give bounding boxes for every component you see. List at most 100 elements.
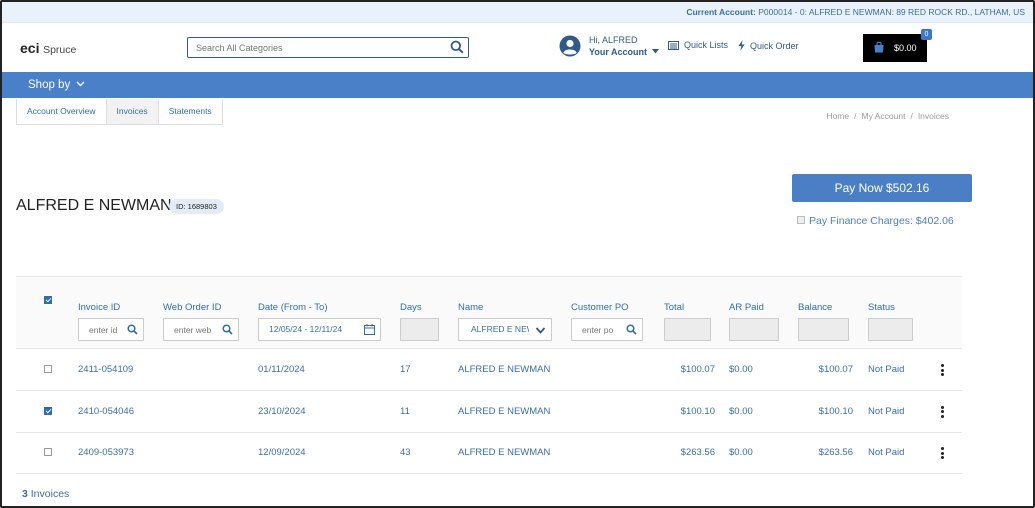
row-checkbox[interactable] [44,365,52,373]
calendar-icon[interactable] [364,324,375,335]
search-input[interactable] [188,38,438,58]
search-bar [187,37,469,58]
list-icon [668,41,679,50]
breadcrumb-separator: / [854,111,857,121]
invoice-count: 3 Invoices [22,488,69,500]
kebab-menu-icon[interactable] [941,364,945,376]
col-web-order-id[interactable]: Web Order ID [163,302,221,313]
tab-statements[interactable]: Statements [157,99,223,125]
table-row[interactable]: 2409-053973 12/09/2024 43 ALFRED E NEWMAN $2… [16,432,962,474]
col-days[interactable]: Days [400,302,422,313]
bag-icon [874,41,884,53]
name-cell: ALFRED E NEWMAN [458,447,551,458]
cart-button[interactable]: $0.00 0 [863,29,932,62]
customer-id-badge: ID: 1689803 [169,199,224,214]
col-customer-po[interactable]: Customer PO [571,302,629,313]
pay-finance-charges[interactable]: Pay Finance Charges: $402.06 [797,215,954,227]
nav-bar: Shop by [2,72,1033,98]
cart-count-badge: 0 [921,29,932,40]
site-header: eci Spruce Hi, ALFRED Your Account Qui [2,23,1033,72]
current-account-label: Current Account: [686,7,756,17]
total-cell: $100.10 [680,405,715,417]
quick-order-link[interactable]: Quick Order [738,40,799,51]
balance-cell: $100.07 [818,364,853,375]
search-icon[interactable] [222,324,233,335]
days-cell: 17 [400,364,411,375]
balance-filter [798,318,849,341]
quick-lists-link[interactable]: Quick Lists [668,40,728,50]
user-avatar-icon [559,35,581,57]
col-ar-paid[interactable]: AR Paid [729,302,764,313]
cart-total: $0.00 [894,43,917,53]
search-icon[interactable] [450,40,464,54]
customer-po-filter [571,318,643,341]
status-filter [868,318,913,341]
current-account-bar: Current Account: P000014 - 0: ALFRED E N… [2,2,1033,23]
tab-invoices[interactable]: Invoices [105,99,159,125]
breadcrumb: Home / My Account / Invoices [826,111,949,121]
col-name[interactable]: Name [458,302,483,313]
col-date[interactable]: Date (From - To) [258,302,328,313]
table-header: Invoice ID Web Order ID Date (From - To)… [16,276,962,349]
finance-charges-checkbox[interactable] [797,216,805,224]
tab-account-overview[interactable]: Account Overview [16,99,107,125]
account-tabs: Account Overview Invoices Statements [16,99,223,125]
invoice-count-number: 3 [22,488,28,500]
breadcrumb-invoices: Invoices [917,111,949,121]
date-cell: 01/11/2024 [258,364,305,375]
pay-now-button[interactable]: Pay Now $502.16 [792,174,972,202]
greeting: Hi, ALFRED [589,35,638,45]
name-filter-value: ALFRED E NEWMAN [471,324,529,334]
name-filter-select[interactable]: ALFRED E NEWMAN [458,318,552,341]
days-filter [400,318,439,341]
col-total[interactable]: Total [664,302,684,313]
balance-cell: $100.10 [818,405,853,417]
date-range-filter[interactable]: 12/05/24 - 12/11/24 [258,318,381,341]
total-cell: $100.07 [680,364,715,375]
invoice-id-cell[interactable]: 2409-053973 [78,432,134,473]
kebab-menu-icon[interactable] [941,447,945,459]
caret-down-icon [651,49,659,54]
table-row[interactable]: 2411-054109 01/11/2024 17 ALFRED E NEWMAN $1… [16,349,962,391]
web-order-filter [163,318,239,341]
breadcrumb-home[interactable]: Home [826,111,849,121]
days-cell: 43 [400,447,411,458]
chevron-down-icon [535,327,546,334]
chevron-down-icon [76,81,85,87]
logo-brand: eci [20,40,40,56]
finance-charges-label: Pay Finance Charges: $402.06 [809,215,954,227]
your-account-link[interactable]: Your Account [589,47,659,57]
invoice-id-cell[interactable]: 2411-054109 [78,349,133,390]
row-checkbox[interactable] [44,448,52,456]
days-cell: 11 [400,405,410,417]
app-frame: Current Account: P000014 - 0: ALFRED E N… [0,0,1035,508]
date-cell: 23/10/2024 [258,405,306,417]
row-checkbox[interactable] [44,406,52,415]
bolt-icon [738,40,745,51]
search-icon[interactable] [626,324,637,335]
invoice-count-label: Invoices [30,488,70,500]
shop-by-menu[interactable]: Shop by [28,72,85,98]
name-cell: ALFRED E NEWMAN [458,405,551,417]
quick-lists-label: Quick Lists [684,40,729,50]
status-cell: Not Paid [868,447,905,458]
site-logo[interactable]: eci Spruce [20,40,76,56]
your-account-label: Your Account [589,47,647,57]
current-account-value: P000014 - 0: ALFRED E NEWMAN: 89 RED ROC… [758,7,1025,17]
breadcrumb-separator: / [910,111,913,121]
col-invoice-id[interactable]: Invoice ID [78,302,120,313]
shop-by-label: Shop by [28,79,71,91]
customer-name: ALFRED E NEWMAN [16,197,172,214]
select-all-checkbox[interactable] [44,296,52,304]
breadcrumb-my-account[interactable]: My Account [862,111,906,121]
invoice-id-cell[interactable]: 2410-054046 [78,391,134,432]
table-row[interactable]: 2410-054046 23/10/2024 11 ALFRED E NEWMAN $1… [16,391,962,433]
ar-paid-cell: $0.00 [729,405,753,417]
date-range-value: 12/05/24 - 12/11/24 [269,324,343,334]
kebab-menu-icon[interactable] [941,405,945,418]
status-cell: Not Paid [868,364,905,375]
search-icon[interactable] [127,324,138,335]
col-balance[interactable]: Balance [798,302,832,313]
col-status[interactable]: Status [868,302,895,313]
ar-paid-filter [729,318,779,341]
